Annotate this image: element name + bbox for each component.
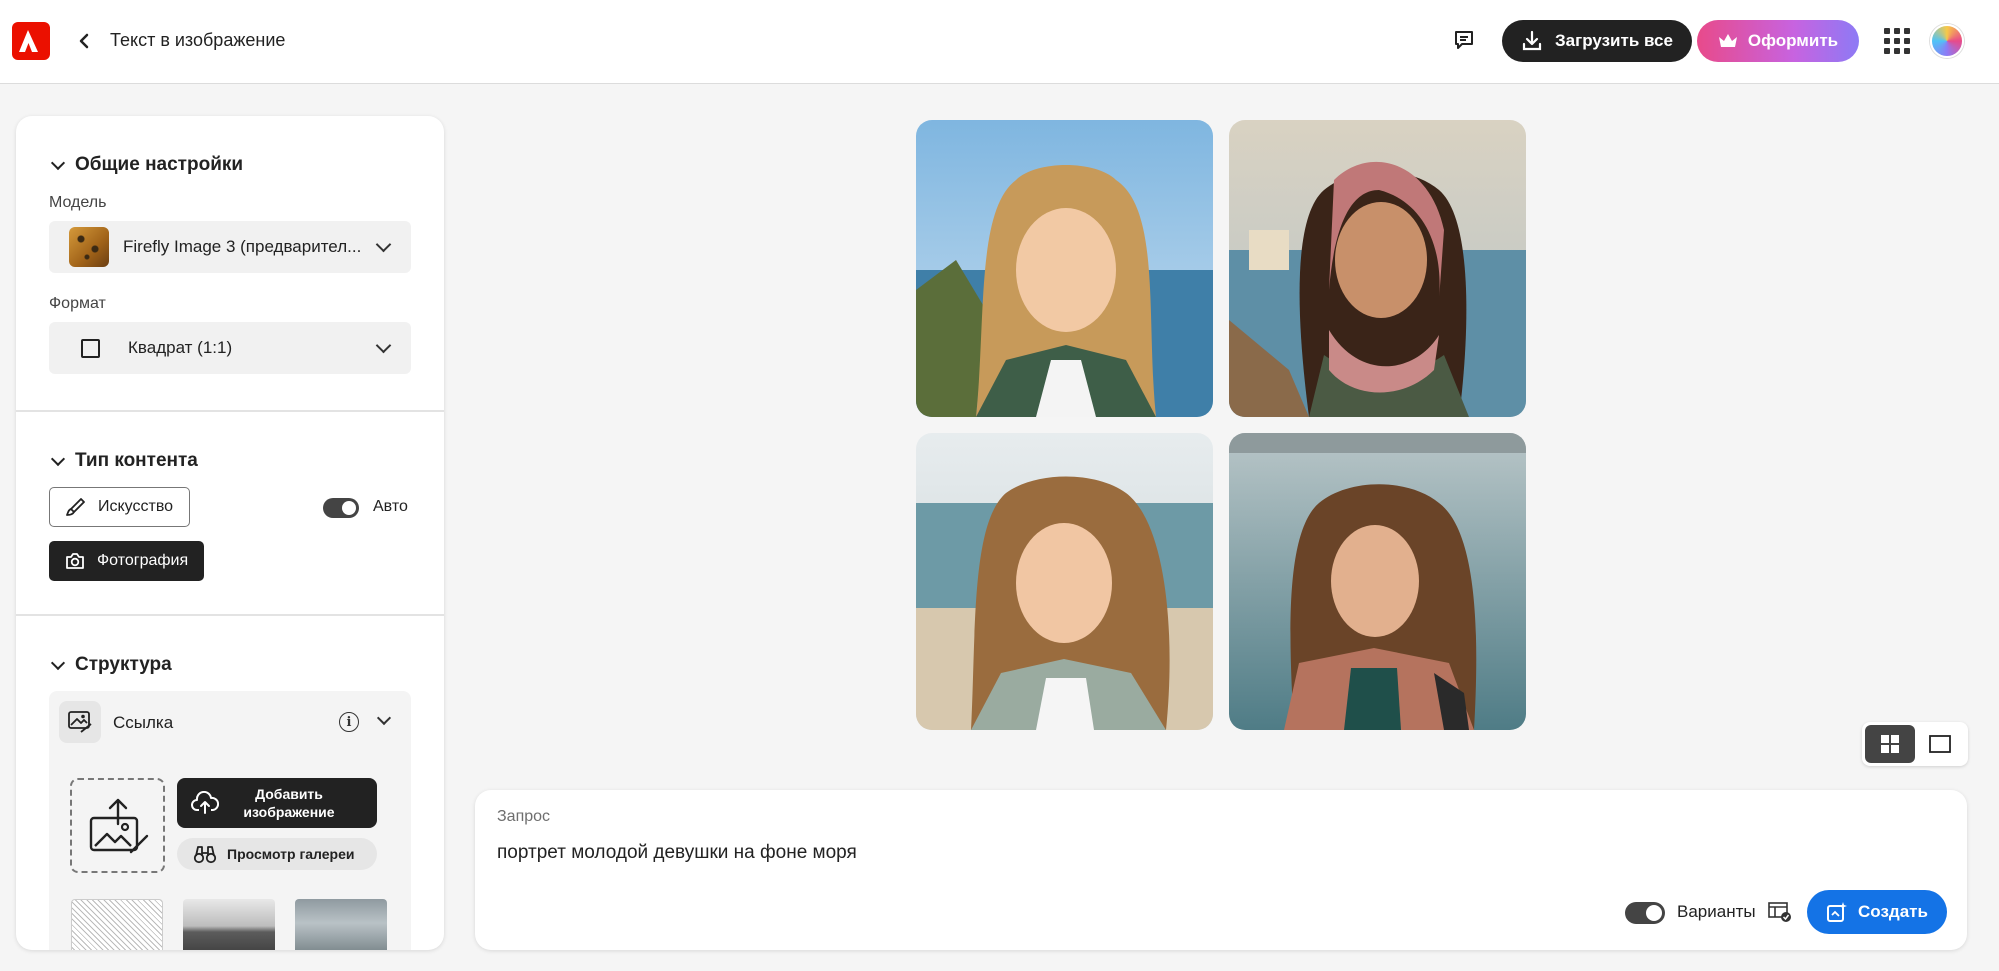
add-image-label-line1: Добавить xyxy=(255,786,323,802)
chevron-down-icon xyxy=(50,451,66,466)
grid-view-button[interactable] xyxy=(1865,725,1915,763)
chevron-down-icon xyxy=(375,236,392,253)
auto-label: Авто xyxy=(373,498,408,515)
reference-thumbnail[interactable] xyxy=(183,899,275,950)
single-view-icon xyxy=(1929,735,1951,753)
add-image-button[interactable]: Добавить изображение xyxy=(177,778,377,828)
create-label: Создать xyxy=(1858,902,1928,921)
reference-thumbnail[interactable] xyxy=(71,899,163,950)
chevron-down-icon xyxy=(375,337,392,354)
feedback-comment-icon[interactable] xyxy=(1450,26,1478,54)
upgrade-label: Оформить xyxy=(1747,31,1839,50)
add-image-label: Добавить изображение xyxy=(229,785,349,821)
reference-thumbnail[interactable] xyxy=(295,899,387,950)
top-bar: Текст в изображение Загрузить все Оформи… xyxy=(0,0,1999,84)
back-chevron-icon[interactable] xyxy=(74,28,94,54)
structure-header[interactable]: Структура xyxy=(50,654,172,676)
apps-grid-icon[interactable] xyxy=(1884,28,1910,54)
single-view-button[interactable] xyxy=(1915,725,1965,763)
image-upload-icon xyxy=(89,798,148,853)
create-button[interactable]: Создать xyxy=(1807,890,1947,934)
reference-image-icon xyxy=(59,701,101,743)
generate-sparkle-icon xyxy=(1827,902,1848,922)
upgrade-button[interactable]: Оформить xyxy=(1697,20,1859,62)
generated-image-1[interactable] xyxy=(916,120,1213,417)
download-all-button[interactable]: Загрузить все xyxy=(1502,20,1692,62)
upload-dropzone[interactable] xyxy=(70,778,165,873)
generated-image-2[interactable] xyxy=(1229,120,1526,417)
prompt-label: Запрос xyxy=(497,808,551,825)
content-type-title: Тип контента xyxy=(75,450,198,471)
photo-type-label: Фотография xyxy=(97,552,189,569)
prompt-box: Запрос портрет молодой девушки на фоне м… xyxy=(475,790,1967,950)
photo-type-chip[interactable]: Фотография xyxy=(49,541,205,581)
art-type-label: Искусство xyxy=(98,498,174,515)
general-settings-title: Общие настройки xyxy=(75,154,244,175)
variants-toggle[interactable] xyxy=(1625,902,1665,924)
binoculars-icon xyxy=(193,846,217,864)
model-label: Модель xyxy=(49,194,107,211)
variants-label: Варианты xyxy=(1677,902,1756,921)
user-avatar[interactable] xyxy=(1930,24,1964,58)
crown-icon xyxy=(1718,34,1737,47)
download-all-label: Загрузить все xyxy=(1555,31,1673,50)
view-mode-toggle xyxy=(1862,722,1968,766)
download-icon xyxy=(1522,30,1542,51)
chevron-down-icon[interactable] xyxy=(376,710,392,726)
square-aspect-icon xyxy=(81,338,100,358)
adobe-logo-icon[interactable] xyxy=(12,22,50,60)
divider xyxy=(16,614,444,616)
prompt-input[interactable]: портрет молодой девушки на фоне моря xyxy=(497,842,1697,864)
browse-gallery-button[interactable]: Просмотр галереи xyxy=(177,838,377,870)
add-image-label-line2: изображение xyxy=(243,804,335,820)
format-label: Формат xyxy=(49,295,106,312)
art-type-chip[interactable]: Искусство xyxy=(49,487,191,527)
format-select[interactable]: Квадрат (1:1) xyxy=(49,322,411,374)
format-value: Квадрат (1:1) xyxy=(128,338,233,357)
grid-view-icon xyxy=(1881,735,1899,753)
cloud-upload-icon xyxy=(191,791,219,814)
generated-image-3[interactable] xyxy=(916,433,1213,730)
browse-gallery-label: Просмотр галереи xyxy=(227,846,355,862)
content-type-header[interactable]: Тип контента xyxy=(50,450,198,472)
divider xyxy=(16,410,444,412)
camera-icon xyxy=(66,553,84,569)
model-thumbnail xyxy=(69,227,109,267)
brush-icon xyxy=(66,498,85,516)
generated-image-4[interactable] xyxy=(1229,433,1526,730)
chevron-down-icon xyxy=(50,155,66,170)
general-settings-header[interactable]: Общие настройки xyxy=(50,154,244,176)
auto-toggle[interactable] xyxy=(323,498,359,518)
reference-section: Ссылка i Добавить изображение Просмотр га… xyxy=(49,691,411,950)
model-value: Firefly Image 3 (предварител... xyxy=(123,237,362,256)
settings-panel: Общие настройки Модель Firefly Image 3 (… xyxy=(16,116,444,950)
model-select[interactable]: Firefly Image 3 (предварител... xyxy=(49,221,411,273)
page-title: Текст в изображение xyxy=(110,30,286,50)
structure-title: Структура xyxy=(75,654,172,675)
chevron-down-icon xyxy=(50,655,66,670)
reference-label: Ссылка xyxy=(113,713,174,732)
info-icon[interactable]: i xyxy=(339,712,359,732)
variants-settings-icon[interactable] xyxy=(1767,900,1793,924)
